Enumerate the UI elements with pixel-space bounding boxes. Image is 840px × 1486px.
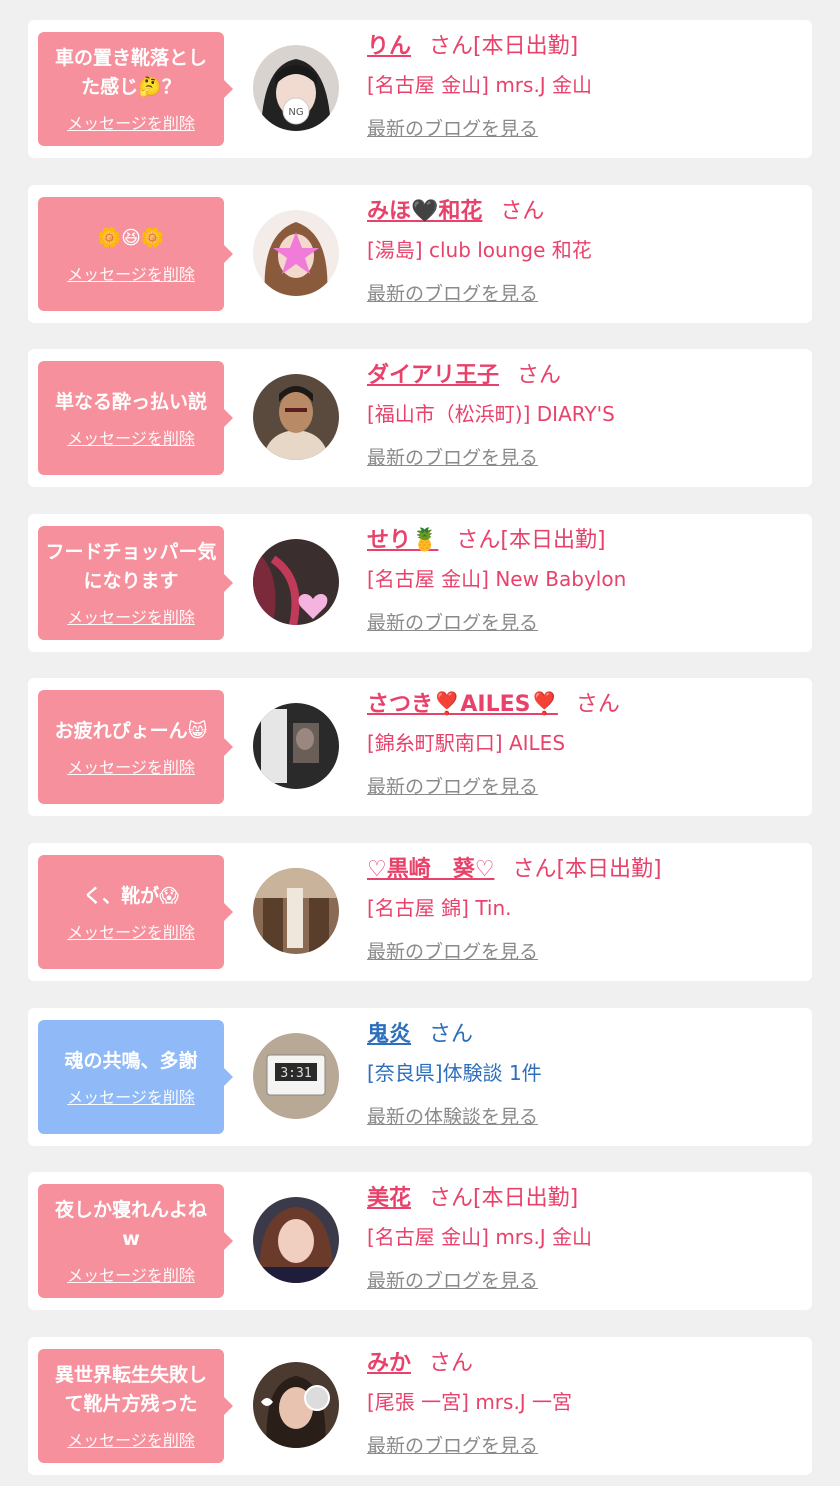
message-bubble: フードチョッパー気になります メッセージを削除	[38, 526, 233, 640]
shop-location: [名古屋 金山] New Babylon	[367, 567, 627, 591]
message-text: 単なる酔っ払い説	[54, 390, 207, 413]
user-name-link[interactable]: ♡黒崎 葵♡	[367, 857, 494, 882]
avatar[interactable]	[253, 539, 339, 625]
avatar[interactable]	[253, 374, 339, 460]
delete-message-link[interactable]: メッセージを削除	[67, 1084, 195, 1108]
delete-message-link[interactable]: メッセージを削除	[67, 1427, 195, 1451]
latest-blog-link[interactable]: 最新のブログを見る	[367, 444, 538, 472]
message-bubble: 異世界転生失敗して靴片方残った メッセージを削除	[38, 1349, 233, 1463]
card-info: ダイアリ王子 さん [福山市（松浜町)] DIARY'S 最新のブログを見る	[367, 361, 802, 472]
message-bubble: 魂の共鳴、多謝 メッセージを削除	[38, 1020, 233, 1134]
shop-location: [名古屋 錦] Tin.	[367, 896, 512, 920]
latest-blog-link[interactable]: 最新のブログを見る	[367, 1432, 538, 1460]
svg-text:3:31: 3:31	[280, 1066, 311, 1081]
user-name-link[interactable]: みか	[367, 1351, 411, 1376]
message-card: 単なる酔っ払い説 メッセージを削除 ダイアリ王子 さん [福山市（松浜町)] DI…	[28, 349, 812, 487]
shop-location: [錦糸町駅南口] AILES	[367, 731, 566, 755]
user-name-link[interactable]: さつき❣️AILES❣️	[367, 692, 558, 717]
message-card: 魂の共鳴、多謝 メッセージを削除 3:31 鬼炎 さん [奈良県]体験談 1件 最…	[28, 1008, 812, 1146]
card-info: みほ🖤和花 さん [湯島] club lounge 和花 最新のブログを見る	[367, 197, 802, 308]
delete-message-link[interactable]: メッセージを削除	[67, 754, 195, 778]
delete-message-link[interactable]: メッセージを削除	[67, 1262, 195, 1286]
name-suffix: さん	[429, 1351, 474, 1376]
message-text: 夜しか寝れんよね w	[54, 1199, 207, 1250]
message-bubble: 車の置き靴落とした感じ🤔？ メッセージを削除	[38, 32, 233, 146]
name-suffix: さん	[575, 692, 620, 717]
message-card: お疲れぴょーん😸 メッセージを削除 さつき❣️AILES❣️ さん [錦糸町駅南口…	[28, 678, 812, 816]
card-info: りん さん[本日出勤] [名古屋 金山] mrs.J 金山 最新のブログを見る	[367, 32, 802, 143]
card-info: みか さん [尾張 一宮] mrs.J 一宮 最新のブログを見る	[367, 1349, 802, 1460]
user-name-link[interactable]: 鬼炎	[367, 1022, 411, 1047]
latest-blog-link[interactable]: 最新のブログを見る	[367, 1267, 538, 1295]
delete-message-link[interactable]: メッセージを削除	[67, 425, 195, 449]
shop-location: [名古屋 金山] mrs.J 金山	[367, 73, 593, 97]
shop-location: [尾張 一宮] mrs.J 一宮	[367, 1390, 573, 1414]
message-text: 車の置き靴落とした感じ🤔？	[54, 47, 207, 98]
shop-location: [湯島] club lounge 和花	[367, 238, 592, 262]
name-suffix: さん[本日出勤]	[456, 528, 606, 553]
delete-message-link[interactable]: メッセージを削除	[67, 919, 195, 943]
message-bubble: く、靴が😱 メッセージを削除	[38, 855, 233, 969]
message-card: 異世界転生失敗して靴片方残った メッセージを削除 みか さん [尾張 一宮] mr…	[28, 1337, 812, 1475]
message-bubble: 単なる酔っ払い説 メッセージを削除	[38, 361, 233, 475]
message-text: お疲れぴょーん😸	[54, 719, 208, 742]
message-text: 魂の共鳴、多謝	[64, 1049, 198, 1072]
avatar[interactable]	[253, 210, 339, 296]
name-suffix: さん	[429, 1022, 474, 1047]
message-card: 夜しか寝れんよね w メッセージを削除 美花 さん[本日出勤] [名古屋 金山] …	[28, 1172, 812, 1310]
name-suffix: さん[本日出勤]	[429, 34, 579, 59]
message-card: 車の置き靴落とした感じ🤔？ メッセージを削除 NG りん さん[本日出勤] [名古…	[28, 20, 812, 158]
avatar[interactable]	[253, 1362, 339, 1448]
message-text: 🌼😆🌼	[97, 226, 165, 249]
shop-location: [福山市（松浜町)] DIARY'S	[367, 402, 615, 426]
message-text: く、靴が😱	[83, 884, 179, 907]
card-info: ♡黒崎 葵♡ さん[本日出勤] [名古屋 錦] Tin. 最新のブログを見る	[367, 855, 802, 966]
name-suffix: さん[本日出勤]	[429, 1186, 579, 1211]
svg-text:NG: NG	[288, 107, 303, 118]
name-suffix: さん	[500, 199, 545, 224]
message-bubble: 夜しか寝れんよね w メッセージを削除	[38, 1184, 233, 1298]
avatar[interactable]	[253, 1197, 339, 1283]
delete-message-link[interactable]: メッセージを削除	[67, 261, 195, 285]
message-text: 異世界転生失敗して靴片方残った	[54, 1364, 207, 1415]
latest-blog-link[interactable]: 最新のブログを見る	[367, 773, 538, 801]
card-info: 美花 さん[本日出勤] [名古屋 金山] mrs.J 金山 最新のブログを見る	[367, 1184, 802, 1295]
latest-blog-link[interactable]: 最新のブログを見る	[367, 938, 538, 966]
message-text: フードチョッパー気になります	[45, 541, 217, 592]
user-name-link[interactable]: せり🍍	[367, 528, 438, 553]
avatar[interactable]	[253, 703, 339, 789]
latest-blog-link[interactable]: 最新のブログを見る	[367, 609, 538, 637]
message-card: く、靴が😱 メッセージを削除 ♡黒崎 葵♡ さん[本日出勤] [名古屋 錦] Ti…	[28, 843, 812, 981]
avatar[interactable]: 3:31	[253, 1033, 339, 1119]
user-name-link[interactable]: みほ🖤和花	[367, 199, 482, 224]
user-name-link[interactable]: 美花	[367, 1186, 411, 1211]
message-bubble: 🌼😆🌼 メッセージを削除	[38, 197, 233, 311]
message-bubble: お疲れぴょーん😸 メッセージを削除	[38, 690, 233, 804]
shop-location: [名古屋 金山] mrs.J 金山	[367, 1225, 593, 1249]
name-suffix: さん[本日出勤]	[512, 857, 662, 882]
latest-blog-link[interactable]: 最新のブログを見る	[367, 280, 538, 308]
latest-review-link[interactable]: 最新の体験談を見る	[367, 1103, 538, 1131]
avatar[interactable]: NG	[253, 45, 339, 131]
message-card: フードチョッパー気になります メッセージを削除 せり🍍 さん[本日出勤] [名古屋…	[28, 514, 812, 652]
avatar[interactable]	[253, 868, 339, 954]
delete-message-link[interactable]: メッセージを削除	[67, 110, 195, 134]
card-info: さつき❣️AILES❣️ さん [錦糸町駅南口] AILES 最新のブログを見る	[367, 690, 802, 801]
message-list: 車の置き靴落とした感じ🤔？ メッセージを削除 NG りん さん[本日出勤] [名古…	[0, 0, 840, 1486]
name-suffix: さん	[517, 363, 562, 388]
card-info: 鬼炎 さん [奈良県]体験談 1件 最新の体験談を見る	[367, 1020, 802, 1131]
message-card: 🌼😆🌼 メッセージを削除 みほ🖤和花 さん [湯島] club lounge 和花…	[28, 185, 812, 323]
user-name-link[interactable]: ダイアリ王子	[367, 363, 499, 388]
latest-blog-link[interactable]: 最新のブログを見る	[367, 115, 538, 143]
card-info: せり🍍 さん[本日出勤] [名古屋 金山] New Babylon 最新のブログを…	[367, 526, 802, 637]
delete-message-link[interactable]: メッセージを削除	[67, 604, 195, 628]
user-name-link[interactable]: りん	[367, 34, 411, 59]
shop-location: [奈良県]体験談 1件	[367, 1061, 542, 1085]
